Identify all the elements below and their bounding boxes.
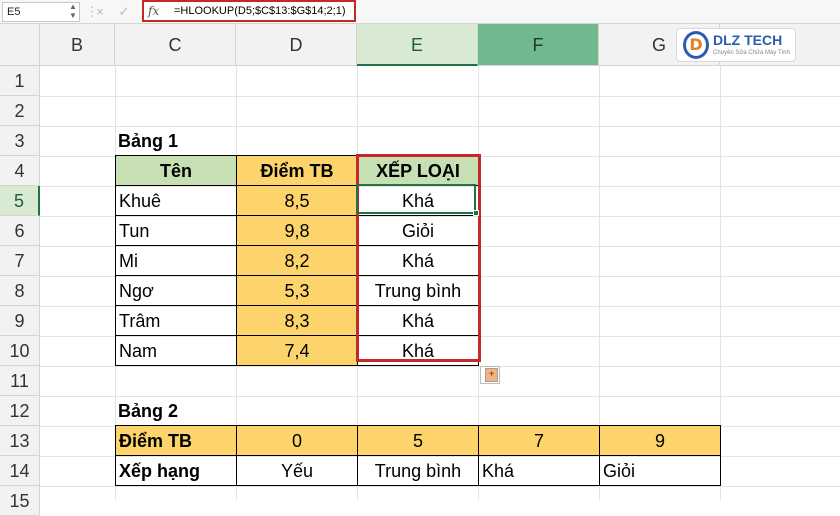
active-cell-outline: [356, 184, 476, 214]
cancel-formula-icon[interactable]: ×: [92, 3, 108, 21]
row-header-6[interactable]: 6: [0, 216, 40, 246]
confirm-formula-icon[interactable]: ✓: [116, 3, 132, 21]
row-header-2[interactable]: 2: [0, 96, 40, 126]
fill-handle[interactable]: [473, 210, 479, 216]
table2-rank-cell[interactable]: Giỏi: [599, 455, 721, 486]
row-header-3[interactable]: 3: [0, 126, 40, 156]
table2-title: Bảng 2: [118, 401, 179, 421]
table1-name-cell[interactable]: Tun: [115, 215, 237, 246]
table1-score-cell[interactable]: 5,3: [236, 275, 358, 306]
logo-text: DLZ TECH: [713, 32, 783, 48]
table1-score-cell[interactable]: 8,5: [236, 185, 358, 216]
table1-header-score[interactable]: Điểm TB: [236, 155, 358, 186]
table1-header-name[interactable]: Tên: [115, 155, 237, 186]
logo-mark-icon: D: [683, 31, 709, 59]
table1-score-cell[interactable]: 9,8: [236, 215, 358, 246]
table1-score-cell[interactable]: 7,4: [236, 335, 358, 366]
table1-name-cell[interactable]: Mi: [115, 245, 237, 276]
column-header-b[interactable]: B: [40, 24, 115, 66]
column-header-d[interactable]: D: [236, 24, 357, 66]
row-header-8[interactable]: 8: [0, 276, 40, 306]
clipboard-icon: +: [485, 368, 498, 382]
name-box-dropdown-icon[interactable]: ▲ ▼: [66, 2, 80, 22]
table1-name-cell[interactable]: Nam: [115, 335, 237, 366]
table2-row-label-rank[interactable]: Xếp hạng: [115, 455, 237, 486]
table2-rank-cell[interactable]: Trung bình: [357, 455, 479, 486]
column-header-c[interactable]: C: [115, 24, 236, 66]
row-header-1[interactable]: 1: [0, 66, 40, 96]
table2-rank-cell[interactable]: Khá: [478, 455, 600, 486]
table1-name-cell[interactable]: Ngơ: [115, 275, 237, 306]
gridline: [40, 366, 840, 367]
table1-name-cell[interactable]: Khuê: [115, 185, 237, 216]
table1-name-cell[interactable]: Trâm: [115, 305, 237, 336]
function-icon[interactable]: fx: [148, 2, 168, 20]
select-all-corner[interactable]: [0, 24, 40, 66]
table1-score-cell[interactable]: 8,2: [236, 245, 358, 276]
row-header-15[interactable]: 15: [0, 486, 40, 516]
formula-text[interactable]: =HLOOKUP(D5;$C$13:$G$14;2;1): [174, 2, 346, 20]
gridline: [40, 96, 840, 97]
row-header-5[interactable]: 5: [0, 186, 40, 216]
table2-row-label-score[interactable]: Điểm TB: [115, 425, 237, 456]
row-header-10[interactable]: 10: [0, 336, 40, 366]
table2-threshold-cell[interactable]: 9: [599, 425, 721, 456]
table2-threshold-cell[interactable]: 0: [236, 425, 358, 456]
row-header-11[interactable]: 11: [0, 366, 40, 396]
table2-threshold-cell[interactable]: 7: [478, 425, 600, 456]
table1-score-cell[interactable]: 8,3: [236, 305, 358, 336]
row-header-9[interactable]: 9: [0, 306, 40, 336]
row-header-13[interactable]: 13: [0, 426, 40, 456]
gridline: [40, 486, 840, 487]
row-header-12[interactable]: 12: [0, 396, 40, 426]
logo-tagline: Chuyên Sửa Chữa Máy Tính: [713, 50, 790, 56]
dlz-tech-logo: D DLZ TECH Chuyên Sửa Chữa Máy Tính: [676, 28, 796, 62]
column-header-f[interactable]: F: [478, 24, 599, 66]
row-header-4[interactable]: 4: [0, 156, 40, 186]
column-header-e[interactable]: E: [357, 24, 478, 66]
table2-threshold-cell[interactable]: 5: [357, 425, 479, 456]
row-header-14[interactable]: 14: [0, 456, 40, 486]
table1-title: Bảng 1: [118, 131, 179, 151]
table2-rank-cell[interactable]: Yếu: [236, 455, 358, 486]
row-header-7[interactable]: 7: [0, 246, 40, 276]
